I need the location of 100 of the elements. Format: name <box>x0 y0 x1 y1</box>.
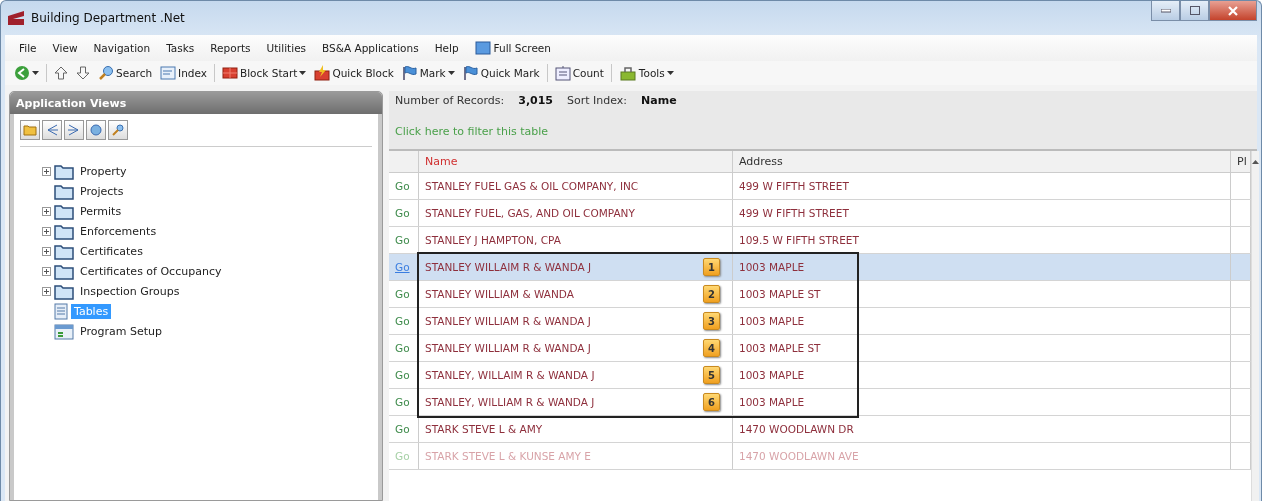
collapse-button[interactable] <box>42 120 62 140</box>
table-row[interactable]: Go STANLEY, WILLAIM R & WANDA J 5 1003 MAPLE <box>389 362 1251 389</box>
go-link[interactable]: Go <box>395 396 410 408</box>
minimize-icon <box>1160 8 1171 13</box>
table-row[interactable]: Go STARK STEVE L & AMY 1470 WOODLAWN DR <box>389 416 1251 443</box>
down-arrow-icon <box>76 66 90 80</box>
go-link[interactable]: Go <box>395 180 410 192</box>
table-row[interactable]: Go STANLEY WILLIAM R & WANDA J 4 1003 MAPLE ST <box>389 335 1251 362</box>
left-arrow-icon <box>45 124 59 136</box>
scrollbar[interactable] <box>1251 151 1259 501</box>
table-row[interactable]: Go STANLEY FUEL GAS & OIL COMPANY, INC 499 W FIFTH STREET <box>389 173 1251 200</box>
window-title: Building Department .Net <box>31 11 185 25</box>
expand-icon[interactable] <box>42 246 51 256</box>
block-icon <box>222 67 238 79</box>
go-link[interactable]: Go <box>395 369 410 381</box>
counter-icon <box>554 65 571 81</box>
toolbar-button[interactable]: Index <box>159 63 208 83</box>
go-link[interactable]: Go <box>395 423 410 435</box>
maximize-button[interactable] <box>1180 1 1209 21</box>
refresh-button[interactable] <box>86 120 106 140</box>
table-row[interactable]: Go STANLEY WILLIAM & WANDA 2 1003 MAPLE ST <box>389 281 1251 308</box>
search-button[interactable] <box>108 120 128 140</box>
folder-icon <box>54 162 74 180</box>
go-link[interactable]: Go <box>395 207 410 219</box>
address-text: 109.5 W FIFTH STREET <box>739 234 859 246</box>
toolbar-button[interactable]: Quick Block <box>313 63 395 83</box>
app-logo-icon <box>7 10 25 26</box>
menu-item[interactable]: BS&A Applications <box>322 42 419 54</box>
toolbar-button[interactable]: Count <box>553 63 605 83</box>
go-link[interactable]: Go <box>395 315 410 327</box>
toolbar-button[interactable]: Mark <box>400 63 456 83</box>
table-row[interactable]: Go STANLEY WILLAIM R & WANDA J 1 1003 MAPLE <box>389 254 1251 281</box>
tree-item[interactable]: Inspection Groups <box>77 283 183 299</box>
go-link[interactable]: Go <box>395 234 410 246</box>
circle-icon <box>89 124 103 136</box>
toolbar-icon-button[interactable] <box>13 63 40 83</box>
column-header[interactable]: Pl <box>1237 155 1247 168</box>
screen-icon <box>474 41 491 55</box>
close-button[interactable] <box>1209 1 1257 21</box>
name-text: STANLEY WILLIAM & WANDA <box>425 288 574 300</box>
search-icon <box>111 124 125 136</box>
go-link[interactable]: Go <box>395 288 410 300</box>
table-row[interactable]: Go STANLEY J HAMPTON, CPA 109.5 W FIFTH STREET <box>389 227 1251 254</box>
menu-item[interactable]: Navigation <box>93 42 151 54</box>
tree-item[interactable]: Permits <box>77 203 125 219</box>
flag-icon <box>462 65 479 81</box>
menu-item[interactable]: Help <box>434 42 459 54</box>
menu-item[interactable]: File <box>19 42 37 54</box>
folder-icon <box>23 124 37 136</box>
menu-item[interactable]: View <box>52 42 78 54</box>
folder-button[interactable] <box>20 120 40 140</box>
expand-icon[interactable] <box>42 206 51 216</box>
column-header[interactable]: Address <box>739 155 783 168</box>
number-badge: 5 <box>703 366 720 384</box>
folder-icon <box>54 202 74 220</box>
panel-title: Application Views <box>10 92 382 114</box>
expand-icon[interactable] <box>42 226 51 236</box>
expand-icon[interactable] <box>42 266 51 276</box>
toolbar-button[interactable]: Block Start <box>221 63 308 83</box>
toolbar-button[interactable]: Tools <box>617 63 675 83</box>
tree-item[interactable]: Enforcements <box>77 223 160 239</box>
toolbox-icon <box>618 65 637 81</box>
table-row[interactable]: Go STANLEY FUEL, GAS, AND OIL COMPANY 499 W FIFTH STREET <box>389 200 1251 227</box>
tree-item[interactable]: Certificates <box>77 243 146 259</box>
caret-icon <box>666 71 674 75</box>
address-text: 1003 MAPLE <box>739 396 805 408</box>
search-icon <box>98 65 114 81</box>
toolbar-button[interactable]: Quick Mark <box>461 63 541 83</box>
full-screen-menu-item[interactable]: Full Screen <box>474 41 551 55</box>
minimize-button[interactable] <box>1151 1 1180 21</box>
records-count: 3,015 <box>518 94 554 107</box>
records-label: Number of Records: <box>395 94 505 107</box>
tree-item[interactable]: Projects <box>77 183 127 199</box>
scroll-up-icon[interactable] <box>1252 160 1259 164</box>
go-link[interactable]: Go <box>395 342 410 354</box>
caret-icon <box>447 71 455 75</box>
folder-icon <box>54 262 74 280</box>
sort-index-value: Name <box>641 94 677 107</box>
table-row[interactable]: Go STANLEY WILLIAM R & WANDA J 3 1003 MAPLE <box>389 308 1251 335</box>
right-arrow-icon <box>67 124 81 136</box>
tree-item[interactable]: Certificates of Occupancy <box>77 263 225 279</box>
tree-item[interactable]: Property <box>77 163 130 179</box>
address-text: 499 W FIFTH STREET <box>739 207 849 219</box>
name-text: STANLEY WILLAIM R & WANDA J <box>425 261 592 273</box>
address-text: 499 W FIFTH STREET <box>739 180 849 192</box>
name-text: STANLEY, WILLIAM R & WANDA J <box>425 396 595 408</box>
menu-item[interactable]: Reports <box>210 42 251 54</box>
expand-icon[interactable] <box>42 166 51 176</box>
tree-item[interactable]: Program Setup <box>77 323 165 339</box>
number-badge: 6 <box>703 393 720 411</box>
table-row[interactable]: Go STANLEY, WILLIAM R & WANDA J 6 1003 MAPLE <box>389 389 1251 416</box>
name-text: STANLEY J HAMPTON, CPA <box>425 234 561 246</box>
menu-item[interactable]: Utilities <box>266 42 307 54</box>
menu-item[interactable]: Tasks <box>166 42 195 54</box>
name-text: STANLEY FUEL GAS & OIL COMPANY, INC <box>425 180 639 192</box>
number-badge: 2 <box>703 285 720 303</box>
expand-icon[interactable] <box>42 286 51 296</box>
expand-button[interactable] <box>64 120 84 140</box>
toolbar-button[interactable]: Search <box>97 63 154 83</box>
column-header[interactable]: Name <box>425 155 458 168</box>
